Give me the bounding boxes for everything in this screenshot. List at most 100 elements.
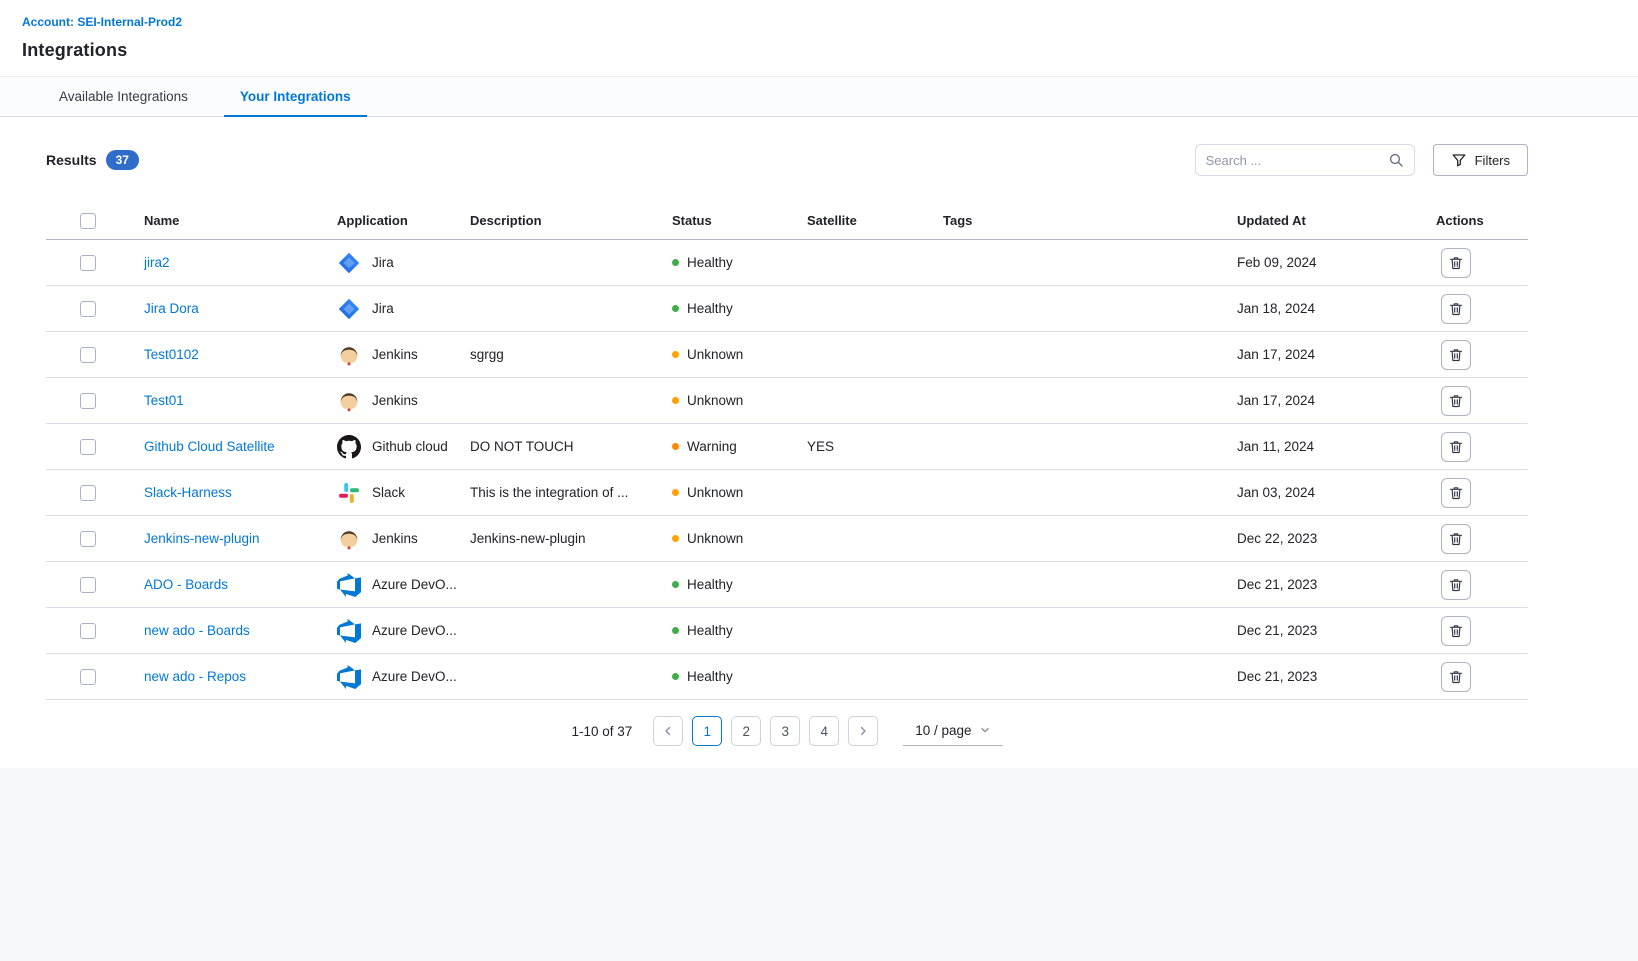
- integration-name-link[interactable]: new ado - Boards: [144, 623, 250, 638]
- updated-at-cell: Jan 18, 2024: [1237, 301, 1436, 316]
- status-label: Unknown: [687, 485, 743, 500]
- integration-name-link[interactable]: Slack-Harness: [144, 485, 232, 500]
- azure-devops-icon: [337, 619, 361, 643]
- delete-button[interactable]: [1441, 570, 1471, 600]
- delete-button[interactable]: [1441, 294, 1471, 324]
- pagination: 1-10 of 37 1 2 3 4 10 / page: [46, 716, 1528, 746]
- delete-button[interactable]: [1441, 386, 1471, 416]
- status-dot: [672, 397, 679, 404]
- delete-button[interactable]: [1441, 524, 1471, 554]
- column-header-tags: Tags: [943, 213, 1237, 228]
- column-header-application: Application: [337, 213, 470, 228]
- column-header-description: Description: [470, 213, 672, 228]
- status-label: Healthy: [687, 301, 733, 316]
- page-button-3[interactable]: 3: [770, 716, 800, 746]
- status-label: Warning: [687, 439, 737, 454]
- status-label: Healthy: [687, 669, 733, 684]
- row-checkbox[interactable]: [80, 669, 96, 685]
- description-cell: Jenkins-new-plugin: [470, 531, 672, 546]
- updated-at-cell: Jan 17, 2024: [1237, 347, 1436, 362]
- updated-at-cell: Dec 21, 2023: [1237, 623, 1436, 638]
- application-label: Jenkins: [372, 393, 418, 408]
- status-label: Healthy: [687, 577, 733, 592]
- description-cell: DO NOT TOUCH: [470, 439, 672, 454]
- integration-name-link[interactable]: Test01: [144, 393, 184, 408]
- integration-name-link[interactable]: Jira Dora: [144, 301, 199, 316]
- integrations-panel: Results 37 Filters Name Application Desc…: [0, 117, 1638, 768]
- delete-button[interactable]: [1441, 478, 1471, 508]
- search-icon: [1388, 152, 1404, 168]
- integration-name-link[interactable]: ADO - Boards: [144, 577, 228, 592]
- table-row: Test01 Jenkins Unknown Jan 17, 2024: [46, 378, 1528, 424]
- next-page-button[interactable]: [848, 716, 878, 746]
- page-button-2[interactable]: 2: [731, 716, 761, 746]
- row-checkbox[interactable]: [80, 439, 96, 455]
- row-checkbox[interactable]: [80, 301, 96, 317]
- table-row: Jenkins-new-plugin Jenkins Jenkins-new-p…: [46, 516, 1528, 562]
- trash-icon: [1448, 623, 1464, 639]
- column-header-updated-at: Updated At: [1237, 213, 1436, 228]
- pagination-range-label: 1-10 of 37: [571, 724, 632, 739]
- delete-button[interactable]: [1441, 662, 1471, 692]
- application-label: Slack: [372, 485, 405, 500]
- table-header-row: Name Application Description Status Sate…: [46, 202, 1528, 240]
- jenkins-icon: [337, 527, 361, 551]
- application-label: Azure DevO...: [372, 623, 457, 638]
- row-checkbox[interactable]: [80, 347, 96, 363]
- table-row: Slack-Harness Slack This is the integrat…: [46, 470, 1528, 516]
- filters-button[interactable]: Filters: [1433, 144, 1528, 176]
- application-label: Jenkins: [372, 531, 418, 546]
- row-checkbox[interactable]: [80, 485, 96, 501]
- application-label: Azure DevO...: [372, 577, 457, 592]
- github-icon: [337, 435, 361, 459]
- trash-icon: [1448, 439, 1464, 455]
- filters-label: Filters: [1475, 153, 1510, 168]
- trash-icon: [1448, 485, 1464, 501]
- page-size-select[interactable]: 10 / page: [903, 717, 1002, 746]
- tab-your-integrations[interactable]: Your Integrations: [214, 77, 377, 116]
- search-input[interactable]: [1206, 153, 1388, 168]
- status-label: Healthy: [687, 255, 733, 270]
- status-dot: [672, 443, 679, 450]
- application-label: Jenkins: [372, 347, 418, 362]
- delete-button[interactable]: [1441, 616, 1471, 646]
- integration-name-link[interactable]: jira2: [144, 255, 170, 270]
- page-size-label: 10 / page: [915, 723, 971, 738]
- table-row: new ado - Boards Azure DevO... Healthy D…: [46, 608, 1528, 654]
- integration-name-link[interactable]: Github Cloud Satellite: [144, 439, 275, 454]
- status-dot: [672, 535, 679, 542]
- slack-icon: [337, 481, 361, 505]
- delete-button[interactable]: [1441, 340, 1471, 370]
- jira-icon: [337, 251, 361, 275]
- row-checkbox[interactable]: [80, 255, 96, 271]
- account-breadcrumb-link[interactable]: Account: SEI-Internal-Prod2: [22, 15, 182, 29]
- integration-name-link[interactable]: Test0102: [144, 347, 199, 362]
- previous-page-button[interactable]: [653, 716, 683, 746]
- jira-icon: [337, 297, 361, 321]
- delete-button[interactable]: [1441, 432, 1471, 462]
- description-cell: This is the integration of ...: [470, 485, 672, 500]
- description-cell: sgrgg: [470, 347, 672, 362]
- delete-button[interactable]: [1441, 248, 1471, 278]
- trash-icon: [1448, 669, 1464, 685]
- page-button-4[interactable]: 4: [809, 716, 839, 746]
- integration-name-link[interactable]: new ado - Repos: [144, 669, 246, 684]
- trash-icon: [1448, 577, 1464, 593]
- status-dot: [672, 489, 679, 496]
- select-all-checkbox[interactable]: [80, 213, 96, 229]
- row-checkbox[interactable]: [80, 531, 96, 547]
- status-dot: [672, 581, 679, 588]
- trash-icon: [1448, 393, 1464, 409]
- page-button-1[interactable]: 1: [692, 716, 722, 746]
- column-header-satellite: Satellite: [807, 213, 943, 228]
- results-count-badge: 37: [106, 150, 139, 170]
- row-checkbox[interactable]: [80, 623, 96, 639]
- updated-at-cell: Jan 11, 2024: [1237, 439, 1436, 454]
- status-label: Healthy: [687, 623, 733, 638]
- updated-at-cell: Feb 09, 2024: [1237, 255, 1436, 270]
- row-checkbox[interactable]: [80, 393, 96, 409]
- integration-name-link[interactable]: Jenkins-new-plugin: [144, 531, 260, 546]
- tab-available-integrations[interactable]: Available Integrations: [33, 77, 214, 116]
- column-header-status: Status: [672, 213, 807, 228]
- row-checkbox[interactable]: [80, 577, 96, 593]
